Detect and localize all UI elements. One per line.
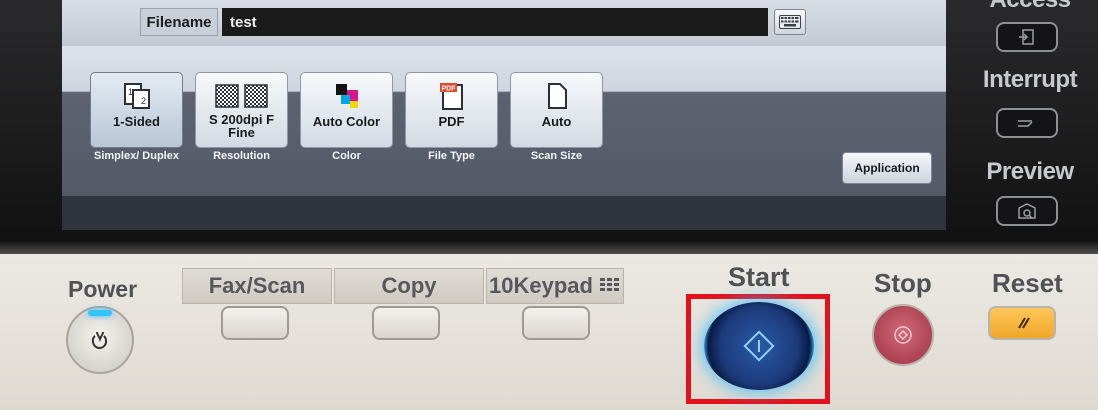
copy-tab: Copy (334, 268, 484, 304)
reset-icon (1018, 317, 1030, 329)
svg-text:1: 1 (128, 87, 133, 97)
page-icon (547, 83, 567, 109)
svg-text:2: 2 (141, 96, 146, 106)
file-type-button[interactable]: PDF PDF (405, 72, 498, 148)
reset-button[interactable] (988, 306, 1056, 340)
copy-key[interactable] (372, 306, 440, 340)
scan-size-value: Auto (541, 114, 572, 129)
fax-scan-key[interactable] (221, 306, 289, 340)
keypad-icon (599, 278, 619, 291)
power-led (88, 310, 112, 316)
resolution-button[interactable]: S 200dpi F Fine (195, 72, 288, 148)
scan-size-button[interactable]: Auto (510, 72, 603, 148)
keypad-key[interactable] (522, 306, 590, 340)
screen-footer (62, 196, 946, 230)
start-label: Start (728, 262, 790, 292)
color-button[interactable]: Auto Color (300, 72, 393, 148)
simplex-duplex-button[interactable]: 2 1 1-Sided (90, 72, 183, 148)
access-label: Access (980, 0, 1080, 14)
interrupt-icon (1018, 120, 1033, 127)
simplex-duplex-caption: Simplex/ Duplex (94, 150, 179, 162)
simplex-duplex-icon: 2 1 (123, 83, 150, 109)
preview-key[interactable] (996, 196, 1058, 226)
keypad-tab: 10Keypad (486, 268, 624, 304)
keyboard-button[interactable] (774, 9, 806, 35)
interrupt-key[interactable] (996, 108, 1058, 138)
file-type-value: PDF (438, 114, 465, 129)
interrupt-label: Interrupt (982, 66, 1078, 93)
touch-screen: Filename test 2 1 1-Sided Simplex/ Duple… (62, 0, 946, 230)
access-icon (1019, 29, 1034, 45)
file-type-caption: File Type (428, 150, 475, 162)
resolution-value: S 200dpi F Fine (208, 112, 275, 140)
access-key[interactable] (996, 22, 1058, 52)
application-button[interactable]: Application (842, 152, 932, 184)
keyboard-icon (779, 15, 801, 29)
scan-size-caption: Scan Size (530, 150, 583, 162)
stop-button[interactable] (872, 304, 934, 366)
resolution-icon (214, 84, 268, 108)
filename-input[interactable]: test (222, 8, 768, 36)
keypad-label: 10Keypad (489, 273, 593, 298)
reset-label: Reset (992, 268, 1063, 298)
filename-label: Filename (140, 8, 218, 36)
resolution-caption: Resolution (213, 150, 270, 162)
color-caption: Color (332, 150, 361, 162)
power-icon (91, 331, 108, 350)
svg-text:PDF: PDF (441, 86, 456, 93)
simplex-duplex-value: 1-Sided (113, 114, 160, 129)
stop-label: Stop (874, 268, 932, 298)
power-label: Power (68, 276, 138, 302)
pdf-icon: PDF (439, 83, 463, 110)
color-value: Auto Color (312, 114, 381, 129)
fax-scan-tab: Fax/Scan (182, 268, 332, 304)
start-button[interactable] (704, 302, 814, 390)
preview-icon (1018, 203, 1036, 219)
preview-label: Preview (986, 158, 1074, 185)
color-icon (335, 84, 358, 108)
power-button[interactable] (66, 306, 134, 374)
start-icon (743, 330, 775, 362)
stop-icon (894, 326, 912, 344)
